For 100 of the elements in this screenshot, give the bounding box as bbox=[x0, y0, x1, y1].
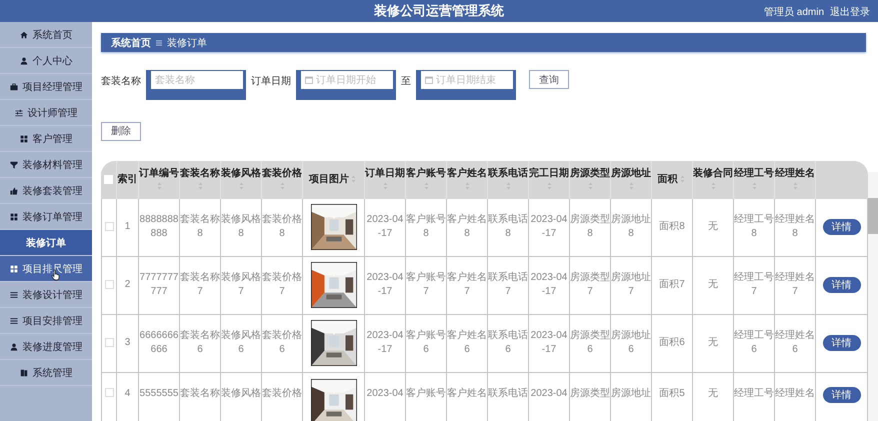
table-cell: 2023-04-17 bbox=[366, 272, 404, 297]
sort-icon[interactable] bbox=[238, 182, 244, 190]
table-cell: 套装价格7 bbox=[262, 272, 302, 297]
breadcrumb-current: 装修订单 bbox=[167, 36, 207, 50]
table-cell: 2023-04 bbox=[530, 388, 568, 398]
end-date-field[interactable]: 订单日期结束 bbox=[416, 70, 516, 100]
column-header[interactable]: 订单日期 bbox=[365, 160, 406, 198]
detail-button[interactable]: 详情 bbox=[822, 335, 860, 351]
column-header[interactable]: 客户账号 bbox=[406, 160, 447, 198]
detail-button[interactable]: 详情 bbox=[822, 386, 860, 402]
sliders-icon bbox=[14, 108, 22, 116]
column-header[interactable]: 装修风格 bbox=[221, 160, 262, 198]
column-header[interactable]: 订单编号 bbox=[139, 160, 180, 198]
sidebar-item[interactable]: 装修设计管理 bbox=[0, 282, 92, 308]
row-checkbox[interactable] bbox=[104, 222, 114, 231]
table-cell: 装修风格 bbox=[221, 388, 261, 398]
sidebar-item[interactable]: 客户管理 bbox=[0, 126, 92, 152]
table-cell: 客户姓名6 bbox=[447, 330, 487, 355]
sidebar-item[interactable]: 装修套装管理 bbox=[0, 178, 92, 204]
sidebar-item[interactable]: 个人中心 bbox=[0, 48, 92, 74]
table-cell: 1 bbox=[124, 221, 130, 232]
sort-icon[interactable] bbox=[424, 182, 428, 190]
sort-icon[interactable] bbox=[351, 175, 356, 184]
user-icon bbox=[10, 342, 18, 350]
scrollbar[interactable] bbox=[868, 172, 878, 421]
row-checkbox[interactable] bbox=[104, 338, 114, 347]
sort-icon[interactable] bbox=[628, 182, 634, 190]
detail-button[interactable]: 详情 bbox=[822, 219, 860, 235]
sort-icon[interactable] bbox=[280, 182, 284, 190]
table-cell: 房源地址6 bbox=[611, 330, 651, 355]
sort-icon[interactable] bbox=[546, 182, 552, 190]
column-header[interactable]: 房源类型 bbox=[570, 160, 611, 198]
sidebar-item[interactable]: 装修进度管理 bbox=[0, 334, 92, 360]
table-cell: 客户账号 bbox=[406, 388, 446, 398]
name-label: 套装名称 bbox=[101, 74, 141, 88]
table-cell: 面积5 bbox=[659, 388, 685, 398]
column-header[interactable]: 经理工号 bbox=[734, 160, 775, 198]
table-cell: 面积8 bbox=[659, 221, 685, 232]
sidebar-item[interactable]: 系统管理 bbox=[0, 360, 92, 386]
table-cell: 无 bbox=[708, 279, 718, 290]
sort-icon[interactable] bbox=[588, 182, 592, 190]
sort-icon[interactable] bbox=[710, 182, 716, 190]
table-cell: 套装名称6 bbox=[180, 330, 220, 355]
sort-icon[interactable] bbox=[464, 182, 470, 190]
delete-button[interactable]: 删除 bbox=[101, 122, 141, 140]
grid-icon bbox=[20, 134, 28, 142]
table-cell: 装修风格7 bbox=[221, 272, 261, 297]
column-header[interactable]: 索引 bbox=[117, 160, 139, 198]
table-cell: 装修风格8 bbox=[221, 214, 261, 239]
row-checkbox[interactable] bbox=[104, 280, 114, 289]
separator-icon bbox=[156, 40, 162, 46]
sort-icon[interactable] bbox=[156, 182, 162, 190]
briefcase-icon bbox=[10, 82, 18, 90]
table-cell: 客户姓名 bbox=[447, 388, 487, 398]
column-header[interactable]: 套装价格 bbox=[262, 160, 303, 198]
column-header[interactable]: 经理姓名 bbox=[775, 160, 816, 198]
sidebar-item[interactable]: 装修订单 bbox=[0, 230, 92, 256]
sidebar-item[interactable]: 设计师管理 bbox=[0, 100, 92, 126]
name-input-field[interactable]: 套装名称 bbox=[146, 70, 246, 100]
select-all-checkbox[interactable] bbox=[104, 174, 113, 184]
column-header[interactable]: 装修合同 bbox=[693, 160, 734, 198]
table-cell: 套装名称8 bbox=[180, 214, 220, 239]
table-cell: 经理姓名8 bbox=[775, 214, 815, 239]
table-cell: 套装名称 bbox=[180, 388, 220, 398]
column-header[interactable]: 联系电话 bbox=[488, 160, 529, 198]
sort-icon[interactable] bbox=[752, 182, 756, 190]
list-icon bbox=[10, 290, 18, 298]
sidebar-item[interactable]: 项目安排管理 bbox=[0, 308, 92, 334]
sort-icon[interactable] bbox=[506, 182, 510, 190]
column-header[interactable]: 完工日期 bbox=[529, 160, 570, 198]
column-header[interactable]: 面积 bbox=[652, 160, 693, 198]
table-cell: 客户账号7 bbox=[406, 272, 446, 297]
grid-icon bbox=[10, 212, 18, 220]
row-checkbox[interactable] bbox=[104, 388, 114, 398]
detail-button[interactable]: 详情 bbox=[822, 277, 860, 293]
table-cell: 装修风格6 bbox=[221, 330, 261, 355]
header-cell bbox=[816, 160, 868, 198]
table-cell: 2023-04-17 bbox=[366, 214, 404, 239]
table-cell: 经理姓名7 bbox=[775, 272, 815, 297]
sidebar-item[interactable]: 系统首页 bbox=[0, 22, 92, 48]
sidebar-item[interactable]: 装修材料管理 bbox=[0, 152, 92, 178]
table-cell: 客户账号8 bbox=[406, 214, 446, 239]
sort-icon[interactable] bbox=[792, 182, 798, 190]
search-button[interactable]: 查询 bbox=[529, 70, 569, 89]
table-cell: 2023-04 bbox=[366, 388, 404, 398]
sidebar-item[interactable]: 项目经理管理 bbox=[0, 74, 92, 100]
logout-link[interactable]: 退出登录 bbox=[830, 5, 870, 19]
sort-icon[interactable] bbox=[198, 182, 202, 190]
table-cell: 面积6 bbox=[659, 337, 685, 348]
column-header[interactable]: 项目图片 bbox=[303, 160, 365, 198]
column-header[interactable]: 套装名称 bbox=[180, 160, 221, 198]
sort-icon[interactable] bbox=[382, 182, 388, 190]
column-header[interactable]: 客户姓名 bbox=[447, 160, 488, 198]
column-header[interactable]: 房源地址 bbox=[611, 160, 652, 198]
sort-icon[interactable] bbox=[680, 175, 684, 184]
breadcrumb-link[interactable]: 系统首页 bbox=[111, 36, 151, 50]
table-cell: 8888888888 bbox=[140, 214, 178, 239]
start-date-field[interactable]: 订单日期开始 bbox=[296, 70, 396, 100]
list-icon bbox=[10, 316, 18, 324]
app-title: 装修公司运营管理系统 bbox=[374, 2, 504, 20]
